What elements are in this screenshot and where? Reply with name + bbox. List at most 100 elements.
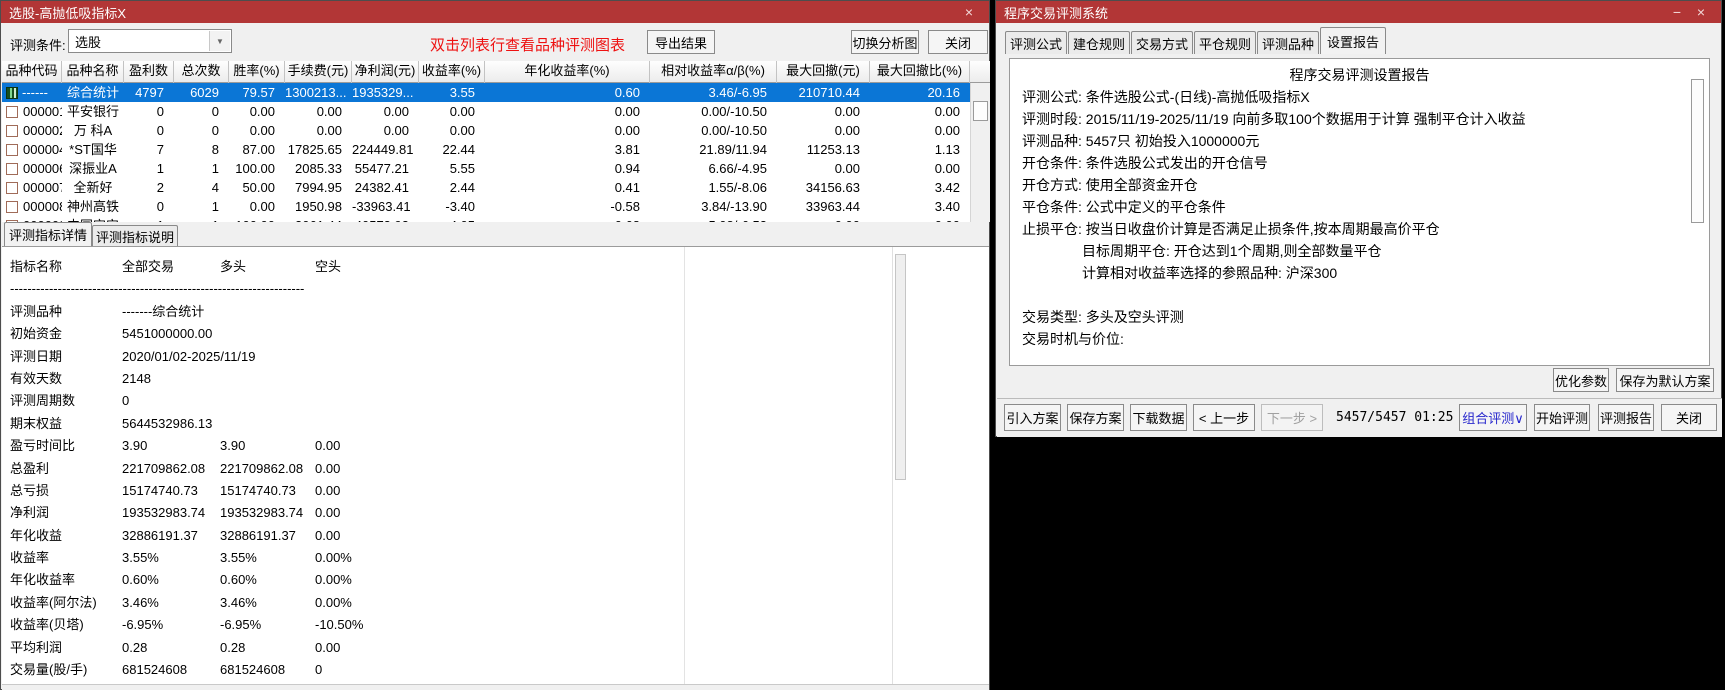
tab-设置报告[interactable]: 设置报告 [1320,27,1386,54]
report-vertical-scrollbar[interactable] [1690,73,1705,353]
metrics-panel: 指标名称 全部交易 多头 空头 ----------------------------… [2,247,989,684]
table-vertical-scrollbar[interactable] [970,83,990,222]
metric-value: -6.95% [220,617,262,633]
column-header[interactable]: 相对收益率α/β(%) [650,61,777,83]
metric-label: 有效天数 [10,370,63,386]
report-pane: 程序交易评测设置报告 评测公式: 条件选股公式-(日线)-高抛低吸指标X 评测时段… [1009,58,1710,366]
metrics-vertical-scrollbar[interactable] [892,247,907,684]
table-cell: 4 [211,180,219,195]
table-row[interactable]: ------ 综合统计 4797 6029 79.57 1300213... 1935329… [2,83,970,102]
row-checkbox[interactable] [6,200,18,213]
import-plan-button[interactable]: 引入方案 [1004,404,1061,431]
left-titlebar[interactable]: 选股-高抛低吸指标X × [1,1,989,23]
metric-value: 0.00% [315,572,352,588]
symbol-name: 神州高铁 [66,199,119,214]
column-header[interactable]: 最大回撤比(%) [870,61,970,83]
column-header[interactable]: 年化收益率(%) [485,61,650,83]
close-icon[interactable]: × [957,3,981,21]
metric-row: 盈亏时间比 3.90 3.90 0.00 [2,435,989,457]
row-checkbox[interactable] [6,105,18,118]
metric-row: 评测品种 -------综合统计 [2,301,989,323]
export-results-button[interactable]: 导出结果 [647,30,715,54]
left-window-title: 选股-高抛低吸指标X [9,5,127,21]
tab-评测公式[interactable]: 评测公式 [1005,31,1067,54]
previous-step-button[interactable]: < 上一步 [1193,404,1255,431]
table-scrollbar-thumb[interactable] [973,101,988,121]
report-lines: 评测公式: 条件选股公式-(日线)-高抛低吸指标X 评测时段: 2015/11/1… [1010,86,1709,350]
condition-combobox[interactable]: 选股 ▼ [68,29,232,53]
table-row[interactable]: 000001 平安银行 0 0 0.00 0.00 0.00 0.00 0.00 0.00/-10… [2,102,970,121]
table-cell: 79.57 [242,85,275,100]
chevron-down-icon[interactable]: ▼ [209,31,230,51]
report-line [1010,284,1709,306]
metric-value: 3.90 [220,438,246,454]
save-as-default-button[interactable]: 保存为默认方案 [1616,368,1714,392]
symbol-name: 深振业A [69,161,117,176]
column-header[interactable]: 净利润(元) [352,61,419,83]
eval-report-button[interactable]: 评测报告 [1598,404,1654,431]
minimize-icon[interactable]: − [1665,3,1689,21]
table-cell: 0 [156,123,164,138]
column-header[interactable]: 收益率(%) [419,61,485,83]
tab-metric-description[interactable]: 评测指标说明 [92,225,178,246]
metric-label: 总盈利 [10,460,50,476]
row-checkbox[interactable] [6,124,18,137]
metric-label: 平均利润 [10,639,63,655]
metric-value: 多头 [220,259,247,274]
metric-value: 681524608 [220,662,286,678]
tab-metric-details[interactable]: 评测指标详情 [4,222,92,246]
download-data-button[interactable]: 下载数据 [1130,404,1187,431]
row-checkbox[interactable] [6,143,18,156]
table-row[interactable]: 000008 神州高铁 0 1 0.00 1950.98 -33963.41 -3.40 -0.… [2,197,970,216]
tab-交易方式[interactable]: 交易方式 [1131,31,1193,54]
metric-value: 3.55% [122,550,159,566]
column-header[interactable]: 总次数 [174,61,229,83]
right-titlebar[interactable]: 程序交易评测系统 − × [996,1,1721,23]
metric-row: 总亏损 15174740.73 15174740.73 0.00 [2,480,989,502]
switch-analysis-chart-button[interactable]: 切换分析图 [851,30,919,54]
table-row[interactable]: 000006 深振业A 1 1 100.00 2085.33 55477.21 5.55 0.9… [2,159,970,178]
table-cell: 7 [156,142,164,157]
tab-建仓规则[interactable]: 建仓规则 [1068,31,1130,54]
table-header-row[interactable]: 品种代码 品种名称 盈利数 总次数 胜率(%) 手续费(元) 净利润(元) 收益率(%) 年化收… [2,61,990,83]
metrics-horizontal-scrollbar[interactable] [2,684,989,690]
tab-平仓规则[interactable]: 平仓规则 [1194,31,1256,54]
column-header[interactable]: 最大回撤(元) [777,61,870,83]
column-header[interactable]: 品种代码 [2,61,62,83]
metric-value: 0.00 [315,527,341,543]
metric-value: 0.00% [315,550,352,566]
settings-tabbar: 评测公式 建仓规则 交易方式 平仓规则 评测品种 设置报告 [997,27,1722,54]
table-cell: 3.55 [449,85,475,100]
close-icon[interactable]: × [1689,3,1713,21]
combo-eval-button[interactable]: 组合评测∨ [1459,404,1527,431]
report-scrollbar-thumb[interactable] [1691,79,1704,223]
close-button-left[interactable]: 关闭 [928,30,988,54]
metric-row: 期末权益 5644532986.13 [2,413,989,435]
metric-value: 3.90 [122,438,148,454]
tab-评测品种[interactable]: 评测品种 [1257,31,1319,54]
table-cell: 1 [211,161,219,176]
column-header[interactable]: 品种名称 [62,61,124,83]
save-plan-button[interactable]: 保存方案 [1067,404,1124,431]
start-eval-button[interactable]: 开始评测 [1534,404,1590,431]
column-header[interactable]: 手续费(元) [285,61,352,83]
metric-row: 收益率(贝塔) -6.95% -6.95% -10.50% [2,614,989,636]
table-row[interactable]: 000004 *ST国华 7 8 87.00 17825.65 224449.81 22.44… [2,140,970,159]
table-cell: 0.00 [249,199,275,214]
metric-row: 初始资金 5451000000.00 [2,323,989,345]
column-header[interactable]: 盈利数 [124,61,174,83]
table-cell: 22.44 [442,142,475,157]
close-button-right[interactable]: 关闭 [1661,404,1717,431]
row-checkbox[interactable] [6,181,18,194]
optimize-params-button[interactable]: 优化参数 [1553,368,1609,392]
table-row[interactable]: 000002 万 科A 0 0 0.00 0.00 0.00 0.00 0.00 0.00/-10… [2,121,970,140]
metric-value: 2020/01/02-2025/11/19 [122,348,256,364]
row-checkbox[interactable] [6,162,18,175]
table-cell: 0.60 [614,85,640,100]
metrics-scrollbar-thumb[interactable] [895,254,906,480]
table-cell: 0.41 [614,180,640,195]
column-header[interactable]: 胜率(%) [229,61,285,83]
table-row[interactable]: 000007 全新好 2 4 50.00 7994.95 24382.41 2.44 0.41 1… [2,178,970,197]
report-line: 评测公式: 条件选股公式-(日线)-高抛低吸指标X [1022,89,1310,105]
condition-label: 评测条件: [10,38,66,53]
